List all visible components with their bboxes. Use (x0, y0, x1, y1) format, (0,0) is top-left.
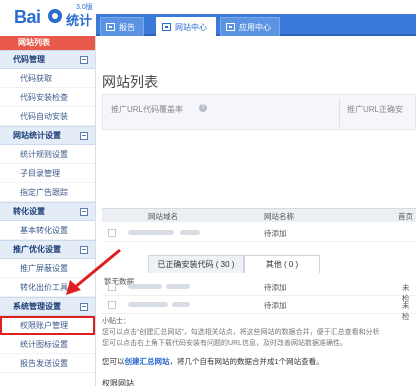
sidebar-item-auto-install[interactable]: 代码自动安装 (0, 107, 95, 126)
group-title-label: 系统管理设置 (13, 302, 61, 311)
site-icon (162, 23, 171, 31)
redacted-domain (128, 284, 162, 289)
sidebar-item-get-code[interactable]: 代码获取 (0, 69, 95, 88)
redacted-domain (128, 230, 174, 235)
row-status: 待添加 (264, 301, 287, 310)
stat-label-correct: 推广URL正确安 (347, 105, 404, 114)
group-system-management[interactable]: 系统管理设置 (0, 297, 95, 316)
tab-app-center-label: 应用中心 (239, 23, 271, 32)
tips: 小贴士： 您可以点击“创建汇总网站”，勾选相关站点，将这些网站的数据合并，便于汇… (102, 316, 416, 349)
group-title-label: 转化设置 (13, 207, 45, 216)
group-title-label: 推广优化设置 (13, 245, 61, 254)
sidebar-item-stats-icon[interactable]: 统计图标设置 (0, 335, 95, 354)
group-conversion-settings[interactable]: 转化设置 (0, 202, 95, 221)
row-checkbox[interactable] (108, 229, 116, 237)
divider (339, 99, 340, 127)
redacted-domain (180, 230, 200, 235)
collapse-icon[interactable] (80, 132, 88, 140)
tab-app-center[interactable]: 应用中心 (220, 17, 280, 36)
group-site-stats-settings[interactable]: 网站统计设置 (0, 126, 95, 145)
create-prefix: 您可以 (102, 357, 125, 366)
sidebar-item-report-send[interactable]: 报告发送设置 (0, 354, 95, 373)
sidebar-item-permission-accounts[interactable]: 权限账户管理 (0, 316, 95, 335)
collapse-icon[interactable] (80, 56, 88, 64)
create-suffix: ，将几个自有网站的数据合并成1个网站查看。 (169, 357, 324, 366)
logo-version: 3.0版 (76, 4, 93, 11)
sidebar-item-stats-rules[interactable]: 统计规则设置 (0, 145, 95, 164)
top-bar: Bai 统计 3.0版 报告 网站中心 应用中心 (0, 0, 416, 36)
group-promo-optimization[interactable]: 推广优化设置 (0, 240, 95, 259)
sidebar-item-code-check[interactable]: 代码安装检查 (0, 88, 95, 107)
row-status: 待添加 (264, 283, 287, 292)
tips-line: 您可以点击右上角下载代码安装有问题的URL信息，及时改善网站数据准确性。 (102, 340, 348, 347)
sidebar-item-promo-block[interactable]: 推广屏蔽设置 (0, 259, 95, 278)
tab-other[interactable]: 其他 ( 0 ) (244, 255, 320, 273)
tips-line: 您可以点击“创建汇总网站”，勾选相关站点，将这些网站的数据合并，便于汇总查看和分… (102, 329, 380, 336)
tab-installed[interactable]: 已正确安装代码 ( 30 ) (148, 255, 244, 273)
logo-text: Bai (14, 7, 41, 27)
group-title-label: 代码管理 (13, 55, 45, 64)
main-nav: 报告 网站中心 应用中心 (96, 14, 416, 36)
stat-label-coverage: 推广URL代码覆盖率 (111, 105, 184, 114)
table-header: 网站域名 网站名称 首页 (102, 208, 416, 222)
tab-site-center-label: 网站中心 (175, 23, 207, 32)
collapse-icon[interactable] (80, 303, 88, 311)
group-title-label: 网站统计设置 (13, 131, 61, 140)
install-status-tabs: 已正确安装代码 ( 30 ) 其他 ( 0 ) (102, 253, 416, 273)
app-icon (226, 23, 235, 31)
sidebar-item-site-list[interactable]: 网站列表 (0, 36, 95, 50)
redacted-domain (128, 302, 168, 307)
table-row[interactable]: 待添加 (102, 224, 416, 242)
sidebar-item-ad-tracking[interactable]: 指定广告跟踪 (0, 183, 95, 202)
group-code-management[interactable]: 代码管理 (0, 50, 95, 69)
page-title: 网站列表 (102, 74, 158, 90)
tab-report-label: 报告 (119, 23, 135, 32)
create-summary-line: 您可以创建汇总网站，将几个自有网站的数据合并成1个网站查看。 (102, 356, 324, 367)
logo-sub: 统计 (66, 13, 93, 28)
coverage-stats: 推广URL代码覆盖率 ? 推广URL正确安 (102, 94, 416, 130)
tab-site-center[interactable]: 网站中心 (156, 17, 216, 36)
table-row[interactable]: 待添加 未检 (102, 296, 416, 321)
collapse-icon[interactable] (80, 246, 88, 254)
row-checkbox[interactable] (108, 283, 116, 291)
redacted-domain (166, 284, 190, 289)
paw-icon (48, 9, 62, 23)
col-site-name: 网站名称 (264, 212, 294, 221)
help-icon[interactable]: ? (199, 104, 207, 112)
report-icon (106, 23, 115, 31)
main-content: 网站列表 推广URL代码覆盖率 ? 推广URL正确安 网站域名 网站名称 首页 … (96, 38, 416, 386)
col-home: 首页 (398, 212, 413, 221)
row-checkbox[interactable] (108, 301, 116, 309)
tips-title: 小贴士： (102, 318, 130, 325)
col-domain: 网站域名 (148, 212, 178, 221)
baidu-tongji-logo[interactable]: Bai 统计 3.0版 (14, 4, 94, 32)
sidebar: 网站列表 代码管理 代码获取 代码安装检查 代码自动安装 网站统计设置 统计规则… (0, 36, 96, 386)
create-summary-link[interactable]: 创建汇总网站 (125, 357, 170, 366)
redacted-domain (172, 302, 190, 307)
row-status: 待添加 (264, 229, 287, 238)
sidebar-item-bid-tool[interactable]: 转化出价工具 (0, 278, 95, 297)
collapse-icon[interactable] (80, 208, 88, 216)
table-row[interactable]: 待添加 未检 (102, 278, 416, 303)
sidebar-item-basic-conversion[interactable]: 基本转化设置 (0, 221, 95, 240)
tab-report[interactable]: 报告 (100, 17, 144, 36)
sidebar-item-subdirectory[interactable]: 子目录管理 (0, 164, 95, 183)
permission-sites-title: 权限网站 (102, 379, 134, 386)
